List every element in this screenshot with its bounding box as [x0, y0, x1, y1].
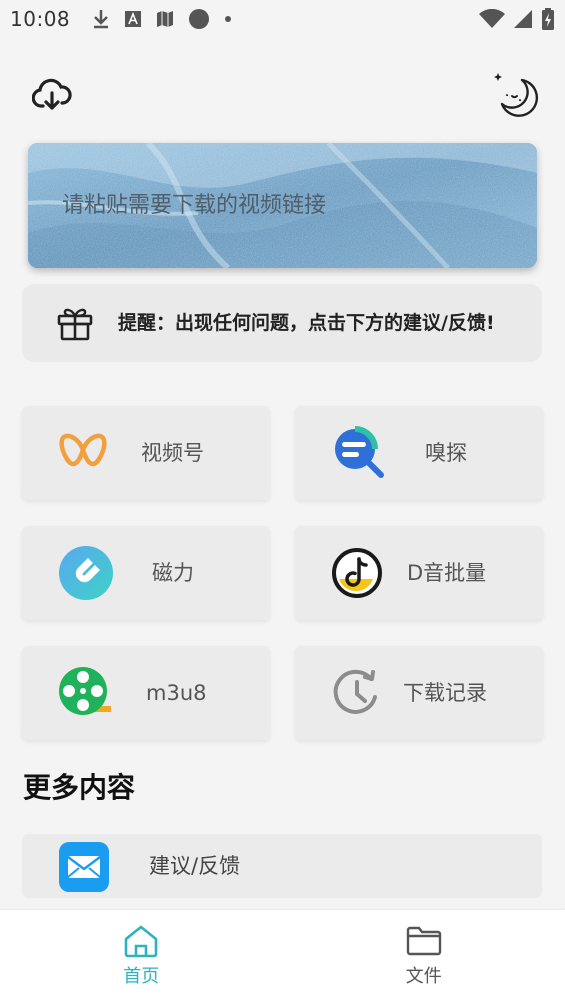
more-section-title: 更多内容 [23, 771, 136, 804]
battery-icon [542, 8, 554, 30]
feedback-label: 建议/反馈 [149, 854, 241, 878]
download-icon [94, 10, 109, 29]
status-notification-icons [92, 8, 232, 30]
bottom-nav: 首页 文件 [0, 910, 565, 1004]
magnet-icon [59, 546, 113, 600]
notice-banner[interactable]: 提醒：出现任何问题，点击下方的建议/反馈! [22, 284, 542, 362]
video-url-input[interactable] [28, 143, 537, 268]
url-input-card[interactable] [28, 143, 537, 268]
tool-tile-m3u8[interactable]: m3u8 [22, 646, 270, 740]
status-system-icons [479, 8, 555, 30]
gift-icon [57, 308, 93, 341]
cloud-download-icon[interactable] [32, 78, 72, 112]
sniff-search-icon [335, 426, 384, 478]
history-clock-icon [333, 669, 377, 714]
map-icon [157, 11, 174, 27]
film-reel-icon [59, 667, 111, 715]
dot-icon [225, 16, 232, 22]
night-mode-icon[interactable] [492, 70, 540, 118]
mail-icon [59, 842, 109, 892]
tool-label: 视频号 [141, 441, 204, 465]
a-icon [125, 11, 142, 27]
music-note-icon [332, 548, 382, 598]
signal-icon [514, 10, 532, 28]
tool-tile-douyin-batch[interactable]: D音批量 [295, 526, 543, 620]
tool-tile-magnet[interactable]: 磁力 [22, 526, 270, 620]
tool-label: 磁力 [152, 561, 194, 585]
nav-home[interactable]: 首页 [0, 910, 283, 1004]
wifi-icon [479, 9, 505, 28]
tool-label: m3u8 [146, 681, 207, 705]
tool-label: 下载记录 [403, 681, 487, 705]
app-screen: 10:08 请粘贴需要下载的视频链接 提醒：出现任何问题，点击下方的建议/反馈!… [0, 0, 565, 1004]
butterfly-icon [59, 433, 107, 467]
status-time: 10:08 [10, 7, 71, 31]
tool-tile-download-history[interactable]: 下载记录 [295, 646, 543, 740]
circle-icon [189, 9, 210, 29]
nav-files-label: 文件 [405, 966, 442, 987]
tool-tile-sniff[interactable]: 嗅探 [295, 406, 543, 500]
notice-text: 提醒：出现任何问题，点击下方的建议/反馈! [118, 311, 495, 334]
folder-icon [406, 926, 441, 956]
tool-label: D音批量 [407, 561, 487, 585]
tool-tile-channels[interactable]: 视频号 [22, 406, 270, 500]
status-bar: 10:08 [0, 0, 565, 38]
tool-label: 嗅探 [425, 441, 467, 465]
feedback-item[interactable]: 建议/反馈 [22, 834, 542, 898]
nav-files[interactable]: 文件 [283, 910, 565, 1004]
home-icon [124, 925, 158, 958]
nav-home-label: 首页 [123, 966, 160, 987]
